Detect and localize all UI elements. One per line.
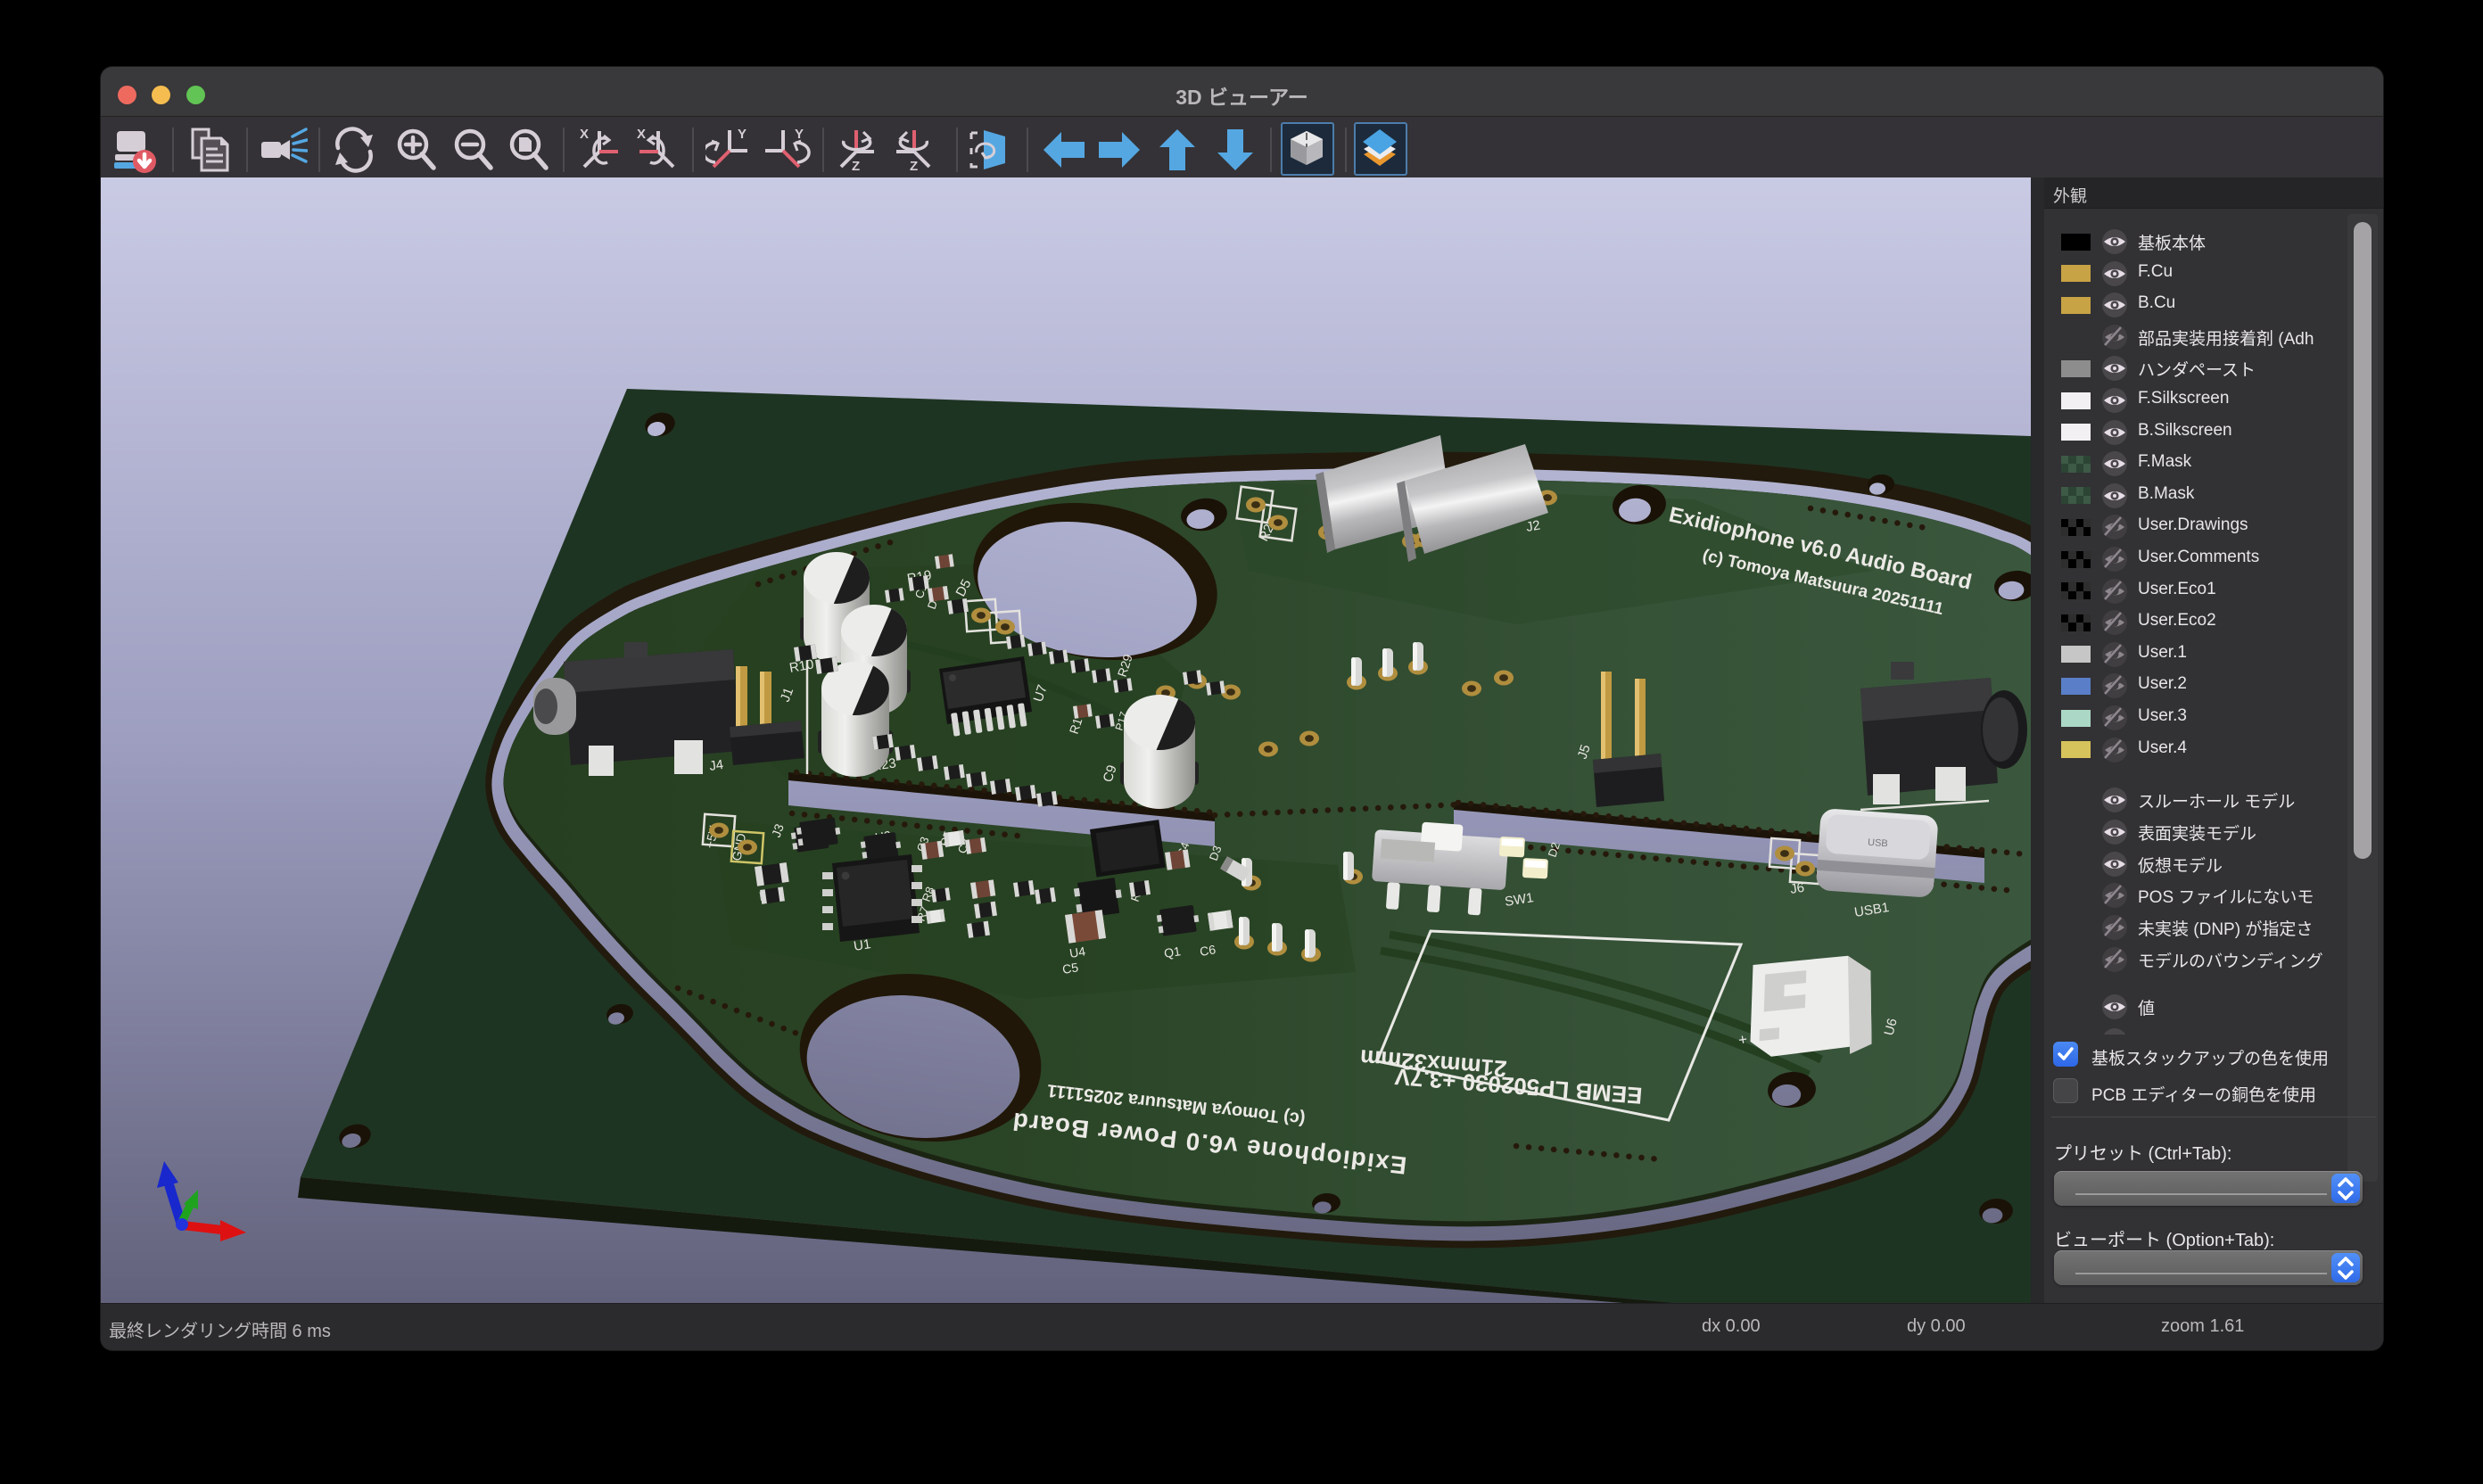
svg-text:USB: USB — [1868, 837, 1888, 850]
svg-text:C5: C5 — [1061, 960, 1079, 977]
svg-text:X: X — [580, 127, 589, 142]
svg-text:Y: Y — [795, 127, 804, 142]
svg-text:Z: Z — [852, 159, 860, 174]
svg-text:Q1: Q1 — [1163, 944, 1182, 960]
svg-text:Y: Y — [738, 127, 747, 142]
svg-text:J4: J4 — [708, 757, 724, 774]
svg-text:X: X — [637, 127, 646, 142]
svg-text:U4: U4 — [1068, 944, 1086, 960]
svg-text:Z: Z — [910, 159, 918, 174]
svg-text:J2: J2 — [1525, 517, 1542, 534]
svg-text:C6: C6 — [1199, 942, 1217, 959]
